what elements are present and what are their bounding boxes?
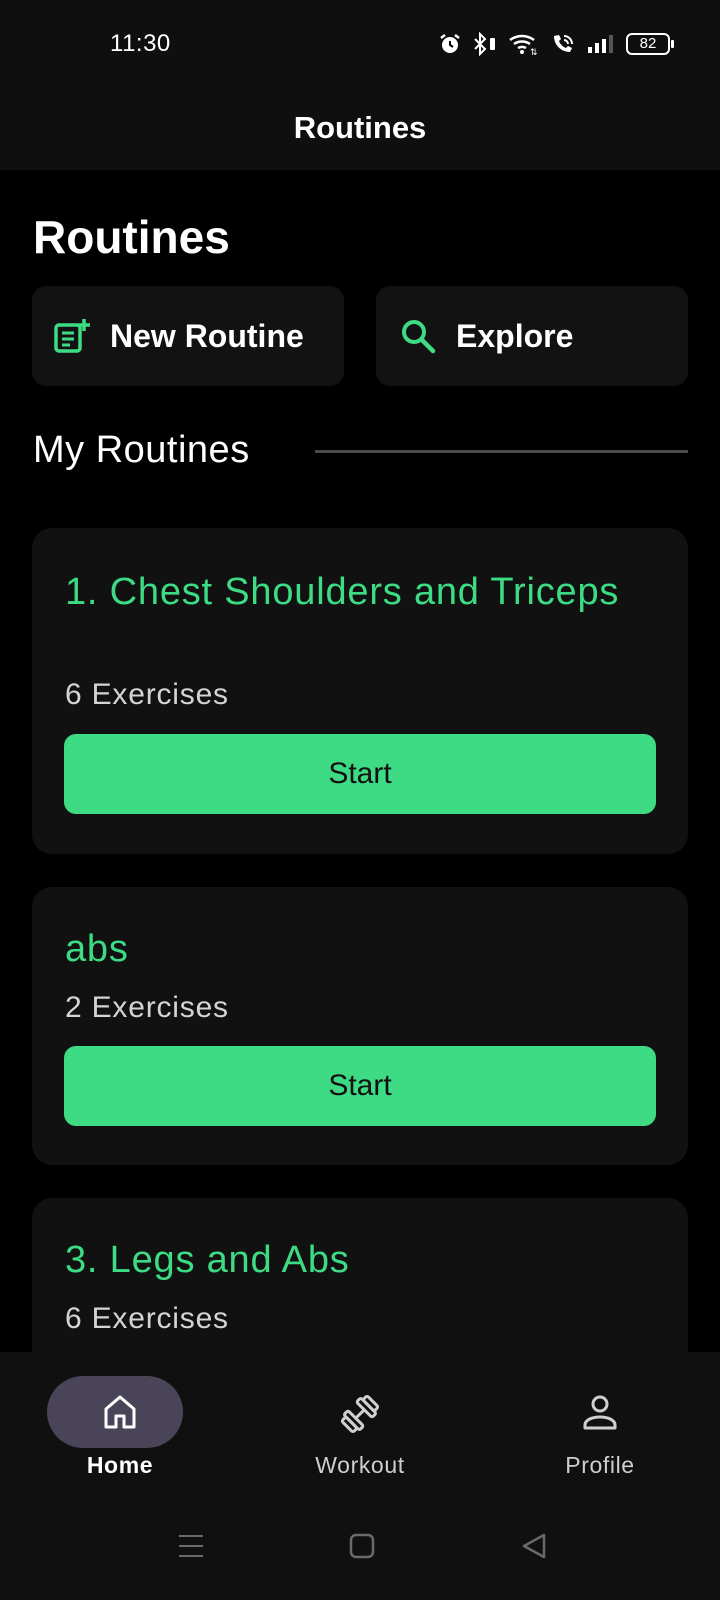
routine-exercise-count: 6 Exercises — [65, 678, 229, 711]
nav-label-profile: Profile — [565, 1452, 635, 1478]
system-navigation-bar — [0, 1482, 720, 1600]
routine-title: abs — [65, 928, 129, 970]
battery-icon: 82 — [626, 33, 674, 55]
home-icon — [0, 1392, 240, 1432]
routine-title: 3. Legs and Abs — [65, 1239, 350, 1281]
signal-icon — [586, 33, 616, 55]
explore-button[interactable]: Explore — [376, 286, 688, 386]
recents-menu-icon[interactable] — [171, 1526, 211, 1566]
app-bar: Routines — [0, 86, 720, 170]
status-icons: ⇅ 82 — [438, 28, 674, 60]
routines-screen: 11:30 ⇅ 82 Routines Routines New Routine… — [0, 0, 720, 1600]
wifi-icon: ⇅ — [508, 32, 540, 56]
start-button[interactable]: Start — [64, 734, 656, 814]
nav-label-home: Home — [86, 1452, 154, 1478]
routine-title: 1. Chest Shoulders and Triceps — [65, 571, 620, 613]
section-divider — [315, 450, 688, 453]
nav-item-workout[interactable]: Workout — [240, 1352, 480, 1482]
start-button[interactable]: Start — [64, 1046, 656, 1126]
person-icon — [480, 1392, 720, 1432]
nav-item-home[interactable]: Home — [0, 1352, 240, 1482]
routine-card[interactable]: 1. Chest Shoulders and Triceps 6 Exercis… — [32, 528, 688, 854]
back-triangle-icon[interactable] — [514, 1526, 554, 1566]
routine-exercise-count: 2 Exercises — [65, 991, 229, 1024]
my-routines-header: My Routines — [33, 420, 688, 480]
home-square-icon[interactable] — [342, 1526, 382, 1566]
bluetooth-icon — [472, 32, 498, 56]
app-bar-title: Routines — [293, 110, 427, 145]
search-icon — [398, 316, 438, 356]
routine-exercise-count: 6 Exercises — [65, 1302, 229, 1335]
nav-item-profile[interactable]: Profile — [480, 1352, 720, 1482]
nav-label-workout: Workout — [315, 1452, 405, 1478]
status-bar: 11:30 ⇅ 82 — [0, 0, 720, 86]
dumbbell-icon — [240, 1392, 480, 1436]
page-title: Routines — [33, 211, 230, 263]
routine-card[interactable]: abs 2 Exercises Start — [32, 887, 688, 1165]
section-title: My Routines — [33, 428, 250, 471]
wifi-calling-icon — [550, 32, 576, 56]
explore-label: Explore — [456, 317, 574, 354]
add-note-icon — [52, 316, 92, 356]
alarm-icon — [438, 32, 462, 56]
new-routine-button[interactable]: New Routine — [32, 286, 344, 386]
bottom-navigation: Home Workout Profile — [0, 1352, 720, 1482]
status-time: 11:30 — [110, 30, 171, 57]
svg-text:⇅: ⇅ — [530, 48, 538, 56]
new-routine-label: New Routine — [110, 317, 304, 354]
